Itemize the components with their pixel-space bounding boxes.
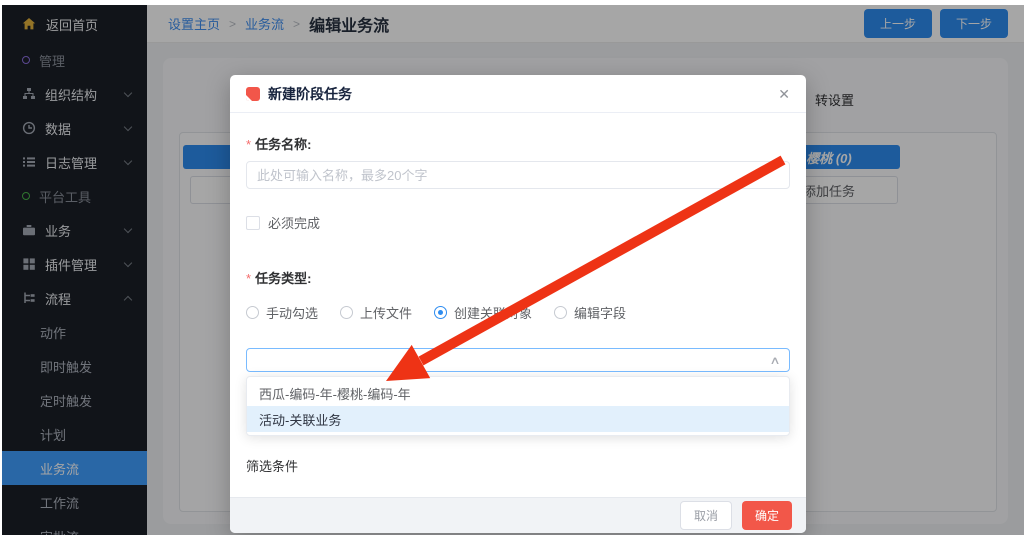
task-doc-icon <box>246 87 260 101</box>
radio-upload-file[interactable]: 上传文件 <box>340 303 412 322</box>
task-type-label: *任务类型: <box>246 268 790 287</box>
select-dropdown-panel: 西瓜-编码-年-樱桃-编码-年 活动-关联业务 <box>246 376 790 436</box>
radio-icon-checked <box>434 306 447 319</box>
cancel-button[interactable]: 取消 <box>680 501 732 530</box>
radio-icon <box>340 306 353 319</box>
required-asterisk: * <box>246 137 251 152</box>
task-name-label: *任务名称: <box>246 134 790 153</box>
modal-footer: 取消 确定 <box>230 497 806 533</box>
must-complete-label: 必须完成 <box>268 213 320 232</box>
radio-icon <box>554 306 567 319</box>
filter-section-label: 筛选条件 <box>246 456 790 475</box>
modal-title: 新建阶段任务 <box>268 84 352 104</box>
modal-header: 新建阶段任务 ✕ <box>230 75 806 113</box>
radio-manual-check[interactable]: 手动勾选 <box>246 303 318 322</box>
dropdown-option-activity-related[interactable]: 活动-关联业务 <box>247 406 789 432</box>
radio-edit-field[interactable]: 编辑字段 <box>554 303 626 322</box>
dropdown-option-watermelon[interactable]: 西瓜-编码-年-樱桃-编码-年 <box>247 380 789 406</box>
confirm-button[interactable]: 确定 <box>742 501 792 530</box>
radio-icon <box>246 306 259 319</box>
create-stage-task-modal: 新建阶段任务 ✕ *任务名称: 必须完成 *任务类型: 手动勾选 <box>230 75 806 533</box>
related-object-select[interactable]: ∧ <box>246 348 790 372</box>
page: 返回首页 管理 组织结构 数据 日志管理 平台工具 业务 <box>0 0 1024 535</box>
radio-create-related-object[interactable]: 创建关联对象 <box>434 303 532 322</box>
modal-body: *任务名称: 必须完成 *任务类型: 手动勾选 上传文件 <box>230 134 806 522</box>
required-asterisk: * <box>246 271 251 286</box>
must-complete-checkbox[interactable] <box>246 216 260 230</box>
close-icon[interactable]: ✕ <box>778 87 790 101</box>
task-name-input[interactable] <box>246 161 790 189</box>
chevron-up-icon: ∧ <box>769 354 780 367</box>
related-object-select-wrap: ∧ 西瓜-编码-年-樱桃-编码-年 活动-关联业务 <box>246 348 790 372</box>
must-complete-row[interactable]: 必须完成 <box>246 213 790 232</box>
task-type-radio-group: 手动勾选 上传文件 创建关联对象 编辑字段 <box>246 303 790 322</box>
